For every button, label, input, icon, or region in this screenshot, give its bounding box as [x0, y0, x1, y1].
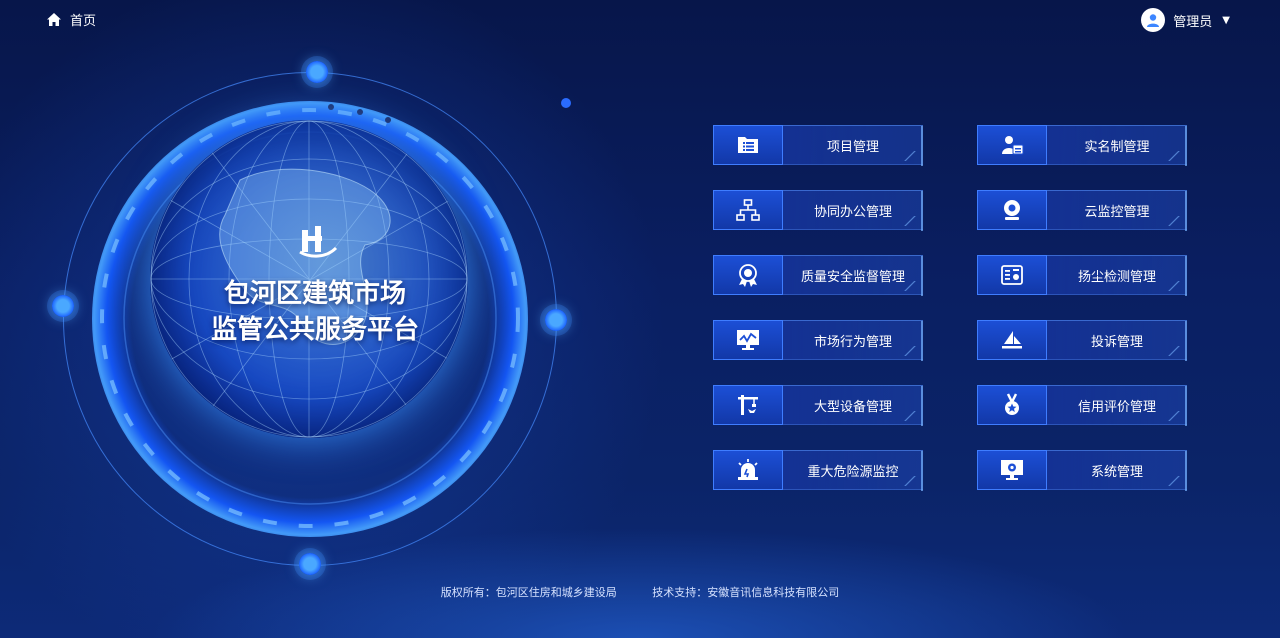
menu-item-label: 项目管理	[783, 125, 923, 166]
chevron-down-icon: ▼	[1222, 14, 1230, 26]
menu-item-realname[interactable]: 实名制管理	[977, 125, 1187, 166]
platform-title-line2: 监管公共服务平台	[210, 315, 419, 345]
user-menu[interactable]: 管理员 ▼	[1141, 8, 1230, 32]
platform-title-line1: 包河区建筑市场	[223, 279, 406, 309]
menu-item-system[interactable]: 系统管理	[977, 450, 1187, 491]
send-icon	[1002, 331, 1022, 349]
webcam-icon	[1004, 200, 1020, 220]
monitor-chart-icon	[737, 330, 759, 350]
folder-list-icon	[738, 137, 758, 153]
menu-item-label: 重大危险源监控	[783, 450, 923, 491]
orbit-node-right	[545, 309, 567, 331]
orbit-node-top	[306, 61, 328, 83]
medal-icon	[1005, 393, 1019, 415]
menu-item-equipment[interactable]: 大型设备管理	[713, 385, 923, 426]
avatar	[1141, 8, 1166, 32]
menu-item-label: 市场行为管理	[783, 320, 923, 361]
menu-item-label: 质量安全监督管理	[783, 255, 923, 296]
alarm-light-icon	[738, 459, 758, 480]
menu-item-label: 实名制管理	[1047, 125, 1187, 166]
menu-item-project[interactable]: 项目管理	[713, 125, 923, 166]
menu-item-hazard[interactable]: 重大危险源监控	[713, 450, 923, 491]
menu-item-label: 投诉管理	[1047, 320, 1187, 361]
platform-logo-icon	[299, 226, 338, 258]
copyright-text: 版权所有：包河区住房和城乡建设局	[440, 586, 617, 599]
crane-icon	[738, 395, 758, 415]
menu-item-market[interactable]: 市场行为管理	[713, 320, 923, 361]
menu-item-label: 信用评价管理	[1047, 385, 1187, 426]
tech-support-text: 技术支持：安徽音讯信息科技有限公司	[652, 586, 840, 599]
orbit-node-bottom	[299, 553, 321, 575]
menu-item-label: 云监控管理	[1047, 190, 1187, 231]
gear-screen-icon	[1001, 460, 1023, 480]
menu-item-label: 扬尘检测管理	[1047, 255, 1187, 296]
menu-item-quality-safety[interactable]: 质量安全监督管理	[713, 255, 923, 296]
menu-item-collab[interactable]: 协同办公管理	[713, 190, 923, 231]
orbit-node-left	[52, 295, 74, 317]
badge-icon	[739, 264, 757, 287]
dust-monitor-icon	[1001, 265, 1023, 285]
menu-item-label: 协同办公管理	[783, 190, 923, 231]
menu-item-label: 大型设备管理	[783, 385, 923, 426]
footer: 版权所有：包河区住房和城乡建设局 技术支持：安徽音讯信息科技有限公司	[0, 584, 1280, 600]
user-icon	[1147, 14, 1160, 27]
user-name: 管理员	[1173, 14, 1213, 30]
platform-title: 包河区建筑市场 监管公共服务平台	[170, 276, 460, 348]
id-card-icon	[1002, 136, 1024, 155]
menu-item-label: 系统管理	[1047, 450, 1187, 491]
menu-item-credit[interactable]: 信用评价管理	[977, 385, 1187, 426]
menu-item-dust[interactable]: 扬尘检测管理	[977, 255, 1187, 296]
org-chart-icon	[736, 199, 760, 221]
menu-item-cloud-monitor[interactable]: 云监控管理	[977, 190, 1187, 231]
menu-item-complaint[interactable]: 投诉管理	[977, 320, 1187, 361]
